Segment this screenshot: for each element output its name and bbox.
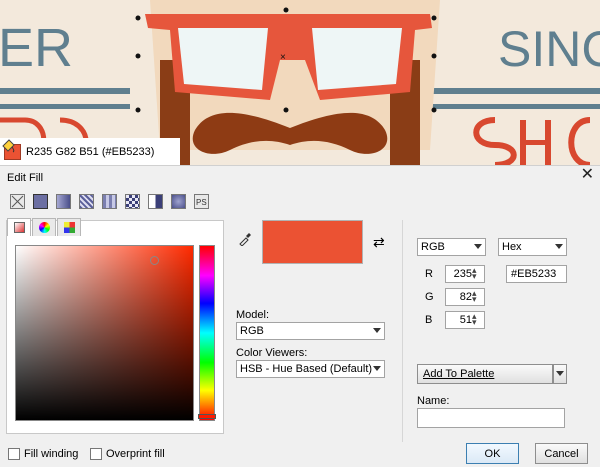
- color-viewer-panel: [6, 218, 224, 434]
- bitmap-pattern-icon[interactable]: [102, 194, 117, 209]
- tab-color-palettes[interactable]: [57, 218, 81, 236]
- center-marker: ×: [280, 52, 286, 63]
- saturation-brightness-field[interactable]: [15, 245, 194, 421]
- selection-node: [431, 15, 437, 21]
- selection-node: [283, 7, 289, 13]
- green-component: G 82 ▴ ▾: [415, 288, 495, 307]
- add-to-palette-menu[interactable]: [553, 364, 567, 384]
- blue-component: B 51 ▴ ▾: [415, 311, 495, 330]
- color-viewers-value: HSB - Hue Based (Default): [240, 363, 373, 375]
- fill-winding-label: Fill winding: [24, 448, 79, 460]
- stripe-left: [0, 88, 130, 94]
- hue-slider[interactable]: [198, 245, 216, 421]
- color-model-value: RGB: [421, 241, 445, 253]
- no-fill-icon[interactable]: [10, 194, 25, 209]
- selection-node: [135, 53, 141, 59]
- blue-label: B: [425, 314, 433, 326]
- model-select-value: RGB: [240, 325, 264, 337]
- red-component: R 235 ▴ ▾: [415, 265, 495, 284]
- stripe-right-2: [420, 104, 600, 109]
- two-color-pattern-icon[interactable]: [125, 194, 140, 209]
- fill-type-toolbar: PS: [10, 194, 209, 209]
- letter-s: [473, 117, 517, 165]
- edit-fill-dialog: Edit Fill ✕ PS ⇄ Model: RGB Color Viewer…: [0, 165, 600, 466]
- tab-color-harmonies[interactable]: [32, 218, 56, 236]
- color-preview-swatch: [262, 220, 363, 264]
- color-values-panel: RGB Hex R 235 ▴ ▾ G 82 ▴ ▾ B 51 ▴ ▾ #EB5233…: [415, 220, 590, 442]
- ok-button[interactable]: OK: [466, 443, 519, 464]
- color-viewers-select[interactable]: HSB - Hue Based (Default): [236, 360, 385, 378]
- uniform-fill-icon[interactable]: [33, 194, 48, 209]
- stripe-left-2: [0, 104, 130, 109]
- color-viewers-tab-icon: [14, 222, 25, 233]
- dialog-title: Edit Fill: [7, 172, 44, 184]
- canvas-text-left: ER: [0, 18, 73, 78]
- fill-bucket-icon: [2, 139, 15, 153]
- glasses-lens-right: [312, 28, 402, 90]
- red-spinner-icon[interactable]: ▴ ▾: [472, 266, 482, 281]
- selection-node: [431, 53, 437, 59]
- viewer-tabs: [7, 218, 82, 236]
- color-harmonies-tab-icon: [39, 222, 50, 233]
- green-spinner-icon[interactable]: ▴ ▾: [472, 289, 482, 304]
- name-label: Name:: [417, 395, 450, 407]
- letter-h-3: [520, 140, 551, 145]
- fill-color-readout: R235 G82 B51 (#EB5233): [26, 145, 155, 158]
- panel-divider: [402, 220, 403, 442]
- color-selection-marker[interactable]: [150, 256, 159, 265]
- code-format-select[interactable]: Hex: [498, 238, 567, 256]
- color-name-input[interactable]: [417, 408, 565, 428]
- model-label: Model:: [236, 309, 270, 321]
- red-label: R: [425, 268, 433, 280]
- canvas-text-right: SINCE: [498, 21, 600, 77]
- code-format-value: Hex: [502, 241, 522, 253]
- selection-node: [283, 107, 289, 113]
- color-model-select[interactable]: RGB: [417, 238, 486, 256]
- hue-slider-handle[interactable]: [198, 414, 216, 419]
- close-icon[interactable]: ✕: [581, 167, 594, 183]
- checkbox-icon: [8, 448, 20, 460]
- chevron-down-icon: [474, 244, 482, 249]
- glasses-lens-left: [178, 28, 268, 90]
- selection-node: [135, 107, 141, 113]
- overprint-fill-label: Overprint fill: [106, 448, 165, 460]
- dialog-footer: Fill winding Overprint fill OK Cancel: [0, 443, 600, 467]
- hex-value-input[interactable]: #EB5233: [506, 265, 567, 283]
- postscript-texture-icon[interactable]: PS: [194, 194, 209, 209]
- color-palettes-tab-icon: [64, 222, 75, 233]
- postscript-fill-icon[interactable]: [171, 194, 186, 209]
- fill-winding-checkbox[interactable]: Fill winding: [8, 448, 78, 460]
- stripe-right: [420, 88, 600, 94]
- blue-spinner-icon[interactable]: ▴ ▾: [472, 312, 482, 327]
- color-model-panel: ⇄ Model: RGB Color Viewers: HSB - Hue Ba…: [236, 220, 391, 400]
- chevron-down-icon: [373, 328, 381, 333]
- selection-node: [431, 107, 437, 113]
- model-select[interactable]: RGB: [236, 322, 385, 340]
- overprint-fill-checkbox[interactable]: Overprint fill: [90, 448, 165, 460]
- chevron-down-icon: [556, 371, 564, 376]
- cancel-button[interactable]: Cancel: [535, 443, 588, 464]
- svg-text:PS: PS: [196, 198, 207, 207]
- letter-o: [568, 117, 591, 165]
- checkbox-icon: [90, 448, 102, 460]
- vector-pattern-icon[interactable]: [79, 194, 94, 209]
- fountain-fill-icon[interactable]: [56, 194, 71, 209]
- add-to-palette-button[interactable]: Add To Palette: [417, 364, 553, 384]
- chevron-down-icon: [555, 244, 563, 249]
- texture-fill-icon[interactable]: [148, 194, 163, 209]
- selection-node: [135, 15, 141, 21]
- eyedropper-icon[interactable]: [238, 232, 252, 246]
- color-viewers-label: Color Viewers:: [236, 347, 308, 359]
- tab-color-viewers[interactable]: [7, 218, 31, 236]
- green-label: G: [425, 291, 434, 303]
- add-to-palette-label: Add To Palette: [423, 368, 495, 380]
- chevron-down-icon: [373, 366, 381, 371]
- fill-status-bar[interactable]: R235 G82 B51 (#EB5233): [0, 138, 180, 165]
- artwork-canvas[interactable]: × ER SINCE R235 G82 B51 (#EB5233): [0, 0, 600, 165]
- swap-colors-icon[interactable]: ⇄: [373, 234, 385, 251]
